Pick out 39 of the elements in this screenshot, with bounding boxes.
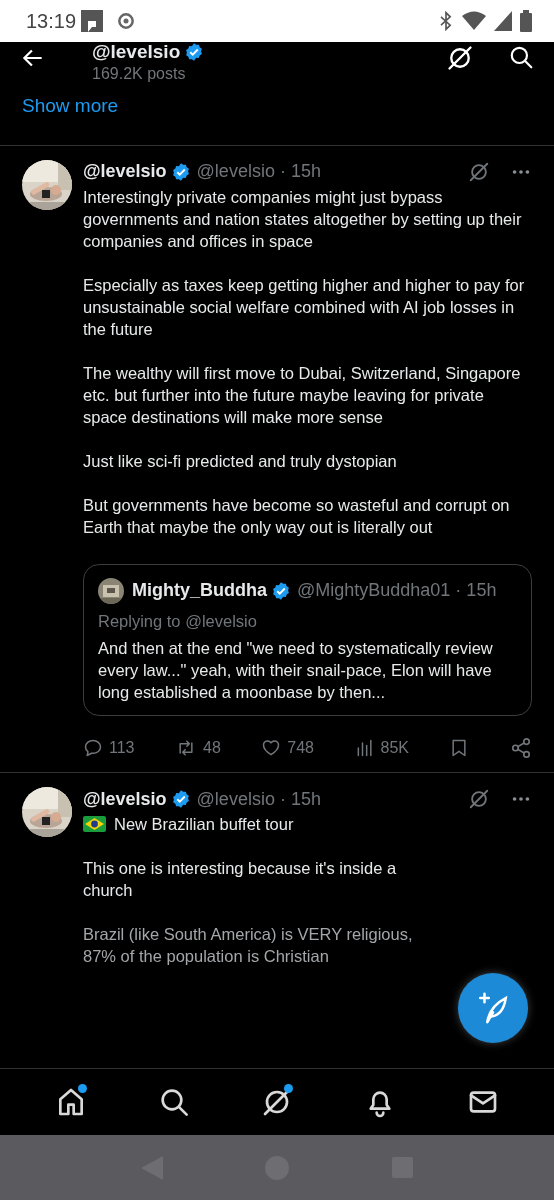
tweet-text: This one is interesting because it's inside a church bbox=[83, 858, 398, 902]
search-icon[interactable] bbox=[508, 44, 534, 70]
tweet-text: New Brazilian buffet tour bbox=[114, 814, 294, 836]
views-button[interactable]: 85K bbox=[354, 736, 409, 761]
tweet-text: Interestingly private companies might just bypass governments and nation states altogether by setting up their companies and offices in space bbox=[83, 186, 523, 252]
post-count: 169.2K posts bbox=[92, 64, 187, 84]
profile-name: @levelsio bbox=[92, 42, 181, 62]
reply-button[interactable]: 113 bbox=[83, 736, 135, 761]
tweet-text: But governments have become so wasteful and corrupt on Earth that maybe the only way out is literally out bbox=[83, 494, 511, 538]
tweet-meta: @levelsio · 15h bbox=[196, 160, 321, 183]
quoted-tweet-card[interactable] bbox=[83, 563, 532, 717]
share-icon[interactable] bbox=[510, 737, 532, 760]
feather-plus-icon bbox=[476, 991, 510, 1025]
bluetooth-icon bbox=[438, 11, 454, 31]
author-name[interactable]: @levelsio bbox=[83, 158, 167, 185]
notification-icon bbox=[80, 9, 105, 33]
tweet-meta: @MightyBuddha01 · 15h bbox=[297, 579, 497, 602]
tweet-text: The wealthy will first move to Dubai, Switzerland, Singapore etc. but further into the future maybe leaving for private space destinations will make more sense bbox=[83, 362, 522, 428]
tweet-text: Brazil (like South America) is VERY religious, 87% of the population is Christian bbox=[83, 924, 414, 968]
clock-text: 13:19 bbox=[26, 9, 77, 34]
flag-icon bbox=[83, 816, 106, 833]
quoted-text: And then at the end "we need to systematically review every law..." yeah, with their snail-pace, Elon will have long established a moonbase by then... bbox=[98, 638, 494, 704]
replying-to-text: Replying to @levelsio bbox=[98, 610, 258, 632]
search-icon bbox=[158, 1086, 191, 1118]
repost-button[interactable]: 48 bbox=[175, 736, 221, 761]
signal-icon bbox=[494, 11, 512, 31]
show-more-link[interactable]: Show more bbox=[0, 92, 554, 145]
author-name: Mighty_Buddha bbox=[132, 579, 267, 602]
like-button[interactable]: 748 bbox=[261, 736, 314, 761]
reply-icon bbox=[83, 738, 103, 759]
tweet-text: Especially as taxes keep getting higher and higher to pay for unsustainable social welfare combined with AI job losses in the future bbox=[83, 274, 526, 340]
author-name[interactable]: @levelsio bbox=[83, 785, 167, 813]
tweet-text: Just like sci-fi predicted and truly dystopian bbox=[83, 450, 398, 472]
battery-icon bbox=[520, 10, 532, 32]
compose-button[interactable] bbox=[458, 973, 528, 1043]
circle-icon bbox=[116, 11, 137, 31]
tweet-meta: @levelsio · 15h bbox=[196, 787, 321, 811]
wifi-icon bbox=[462, 11, 486, 31]
grok-icon[interactable] bbox=[446, 44, 474, 72]
